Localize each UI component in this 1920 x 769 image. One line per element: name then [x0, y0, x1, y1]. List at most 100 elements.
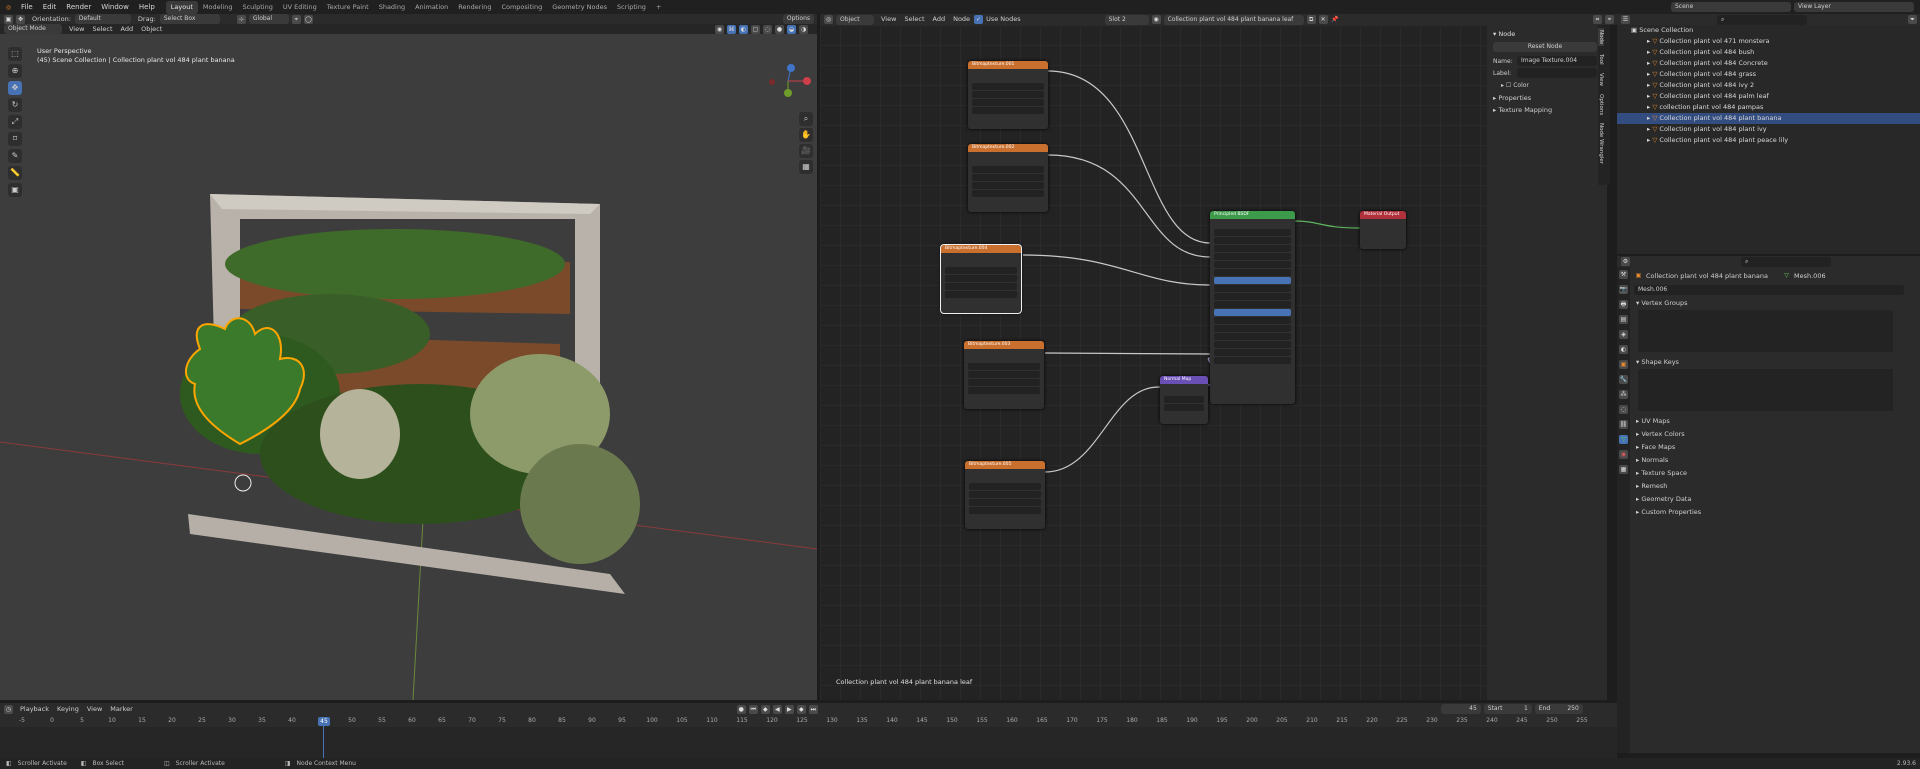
node-field[interactable]: [1214, 341, 1291, 348]
texture-space-panel[interactable]: ▸ Texture Space: [1634, 467, 1914, 480]
scene-tab-icon[interactable]: ◈: [1619, 330, 1628, 339]
overlay-toggle-icon[interactable]: ⌗: [1593, 15, 1602, 24]
node-field[interactable]: [1214, 285, 1291, 292]
jump-start-icon[interactable]: ⏮: [748, 704, 758, 714]
tab-geometry-nodes[interactable]: Geometry Nodes: [547, 1, 612, 14]
tab-rendering[interactable]: Rendering: [453, 1, 496, 14]
material-preview-icon[interactable]: ◉: [1151, 15, 1161, 24]
end-frame-field[interactable]: End 250: [1534, 704, 1583, 714]
orientation-dropdown[interactable]: Default: [74, 14, 131, 24]
shader-type-dropdown[interactable]: Object: [836, 14, 874, 25]
pan-hand-icon[interactable]: ✋: [799, 128, 813, 142]
outliner-root[interactable]: ▣ Scene Collection: [1617, 25, 1920, 36]
image-texture-node[interactable]: Bitmaptexture.002: [968, 144, 1048, 212]
material-output-node[interactable]: Material Output: [1360, 211, 1406, 249]
outliner-item[interactable]: ▸ ▽ Collection plant vol 484 plant peace…: [1617, 135, 1920, 146]
node-field[interactable]: [1214, 309, 1291, 316]
unlink-material-icon[interactable]: ✕: [1318, 15, 1328, 24]
view-layer-selector[interactable]: View Layer: [1794, 2, 1914, 12]
node-menu-node[interactable]: Node: [949, 14, 974, 25]
node-field[interactable]: [945, 275, 1017, 282]
tab-shading[interactable]: Shading: [374, 1, 410, 14]
tab-view[interactable]: View: [1598, 73, 1604, 86]
world-tab-icon[interactable]: ◐: [1619, 345, 1628, 354]
image-texture-node[interactable]: Bitmaptexture.005: [965, 461, 1045, 529]
properties-subpanel[interactable]: ▸ Properties: [1493, 94, 1531, 102]
record-icon[interactable]: ●: [736, 704, 746, 714]
overlay-icon[interactable]: ◐: [739, 24, 748, 34]
camera-view-icon[interactable]: 🎥: [799, 144, 813, 158]
shading-solid-icon[interactable]: ●: [775, 24, 784, 34]
node-field[interactable]: [1214, 253, 1291, 260]
node-field[interactable]: [1214, 301, 1291, 308]
play-icon[interactable]: ▶: [784, 704, 794, 714]
uv-maps-panel[interactable]: ▸ UV Maps: [1634, 415, 1914, 428]
outliner-type-icon[interactable]: ☰: [1621, 15, 1630, 24]
node-field[interactable]: [1214, 229, 1291, 236]
outliner-item[interactable]: ▸ ▽ Collection plant vol 484 palm leaf: [1617, 91, 1920, 102]
particles-tab-icon[interactable]: ⁂: [1619, 390, 1628, 399]
properties-search-field[interactable]: ⌕: [1741, 256, 1831, 267]
remesh-panel[interactable]: ▸ Remesh: [1634, 480, 1914, 493]
node-field[interactable]: [969, 499, 1041, 506]
node-field[interactable]: [972, 190, 1044, 197]
slot-dropdown[interactable]: Slot 2: [1104, 14, 1149, 25]
node-field[interactable]: [968, 363, 1040, 370]
color-subpanel[interactable]: ▸ ☐ Color: [1501, 82, 1529, 89]
data-tab-icon[interactable]: ▽: [1619, 435, 1628, 444]
node-name-field[interactable]: Image Texture.004: [1517, 56, 1597, 66]
node-field[interactable]: [972, 174, 1044, 181]
node-field[interactable]: [969, 491, 1041, 498]
texture-tab-icon[interactable]: ▦: [1619, 465, 1628, 474]
mesh-data-field[interactable]: Mesh.006: [1634, 285, 1904, 295]
node-field[interactable]: [1214, 245, 1291, 252]
current-frame-field[interactable]: 45: [1440, 704, 1481, 714]
tool-tab-icon[interactable]: ⚒: [1619, 270, 1628, 279]
viewport-menu-view[interactable]: View: [65, 24, 88, 34]
node-menu-add[interactable]: Add: [929, 14, 950, 25]
tab-scripting[interactable]: Scripting: [612, 1, 651, 14]
custom-properties-panel[interactable]: ▸ Custom Properties: [1634, 506, 1914, 519]
normal-map-node[interactable]: Normal Map: [1160, 376, 1208, 424]
node-section-header[interactable]: ▾ Node: [1493, 30, 1515, 38]
outliner-item[interactable]: ▸ ▽ Collection plant vol 484 ivy 2: [1617, 80, 1920, 91]
node-field[interactable]: [945, 283, 1017, 290]
outliner-item[interactable]: ▸ ▽ Collection plant vol 484 plant ivy: [1617, 124, 1920, 135]
blender-logo-icon[interactable]: ◎: [4, 3, 13, 12]
node-field[interactable]: [972, 182, 1044, 189]
viewport-menu-object[interactable]: Object: [137, 24, 166, 34]
node-field[interactable]: [1214, 317, 1291, 324]
node-field[interactable]: [1214, 269, 1291, 276]
outliner-item[interactable]: ▸ ▽ Collection plant vol 484 bush: [1617, 47, 1920, 58]
material-selector[interactable]: Collection plant vol 484 plant banana le…: [1163, 14, 1304, 25]
transform-pivot-icon[interactable]: ⊹: [236, 14, 246, 24]
image-texture-node[interactable]: Bitmaptexture.001: [968, 61, 1048, 129]
node-field[interactable]: [1214, 293, 1291, 300]
menu-file[interactable]: File: [16, 0, 38, 14]
node-field[interactable]: [968, 379, 1040, 386]
vertex-groups-panel[interactable]: ▾ Vertex Groups: [1634, 297, 1914, 310]
normals-panel[interactable]: ▸ Normals: [1634, 454, 1914, 467]
outliner-item[interactable]: ▸ ▽ collection plant vol 484 pampas: [1617, 102, 1920, 113]
material-tab-icon[interactable]: ◉: [1619, 450, 1628, 459]
node-field[interactable]: [1214, 357, 1291, 364]
timeline-menu-marker[interactable]: Marker: [106, 703, 136, 715]
tab-texture-paint[interactable]: Texture Paint: [322, 1, 374, 14]
proportional-edit-icon[interactable]: ◯: [303, 14, 313, 24]
node-field[interactable]: [1214, 237, 1291, 244]
outliner-search-field[interactable]: ⌕: [1717, 14, 1807, 25]
principled-bsdf-node[interactable]: Principled BSDF: [1210, 211, 1295, 404]
playhead[interactable]: 45: [318, 717, 330, 726]
timeline-type-icon[interactable]: ◷: [4, 704, 13, 714]
add-workspace-icon[interactable]: +: [651, 1, 666, 14]
node-field[interactable]: [968, 387, 1040, 394]
node-field[interactable]: [1164, 396, 1204, 403]
node-field[interactable]: [972, 83, 1044, 90]
constraints-tab-icon[interactable]: ⛓: [1619, 420, 1628, 429]
outliner-item-selected[interactable]: ▸ ▽ Collection plant vol 484 plant banan…: [1617, 113, 1920, 124]
timeline-menu-view[interactable]: View: [83, 703, 106, 715]
node-field[interactable]: [972, 99, 1044, 106]
timeline-track[interactable]: [0, 727, 1617, 758]
vertex-colors-panel[interactable]: ▸ Vertex Colors: [1634, 428, 1914, 441]
tab-sculpting[interactable]: Sculpting: [237, 1, 277, 14]
